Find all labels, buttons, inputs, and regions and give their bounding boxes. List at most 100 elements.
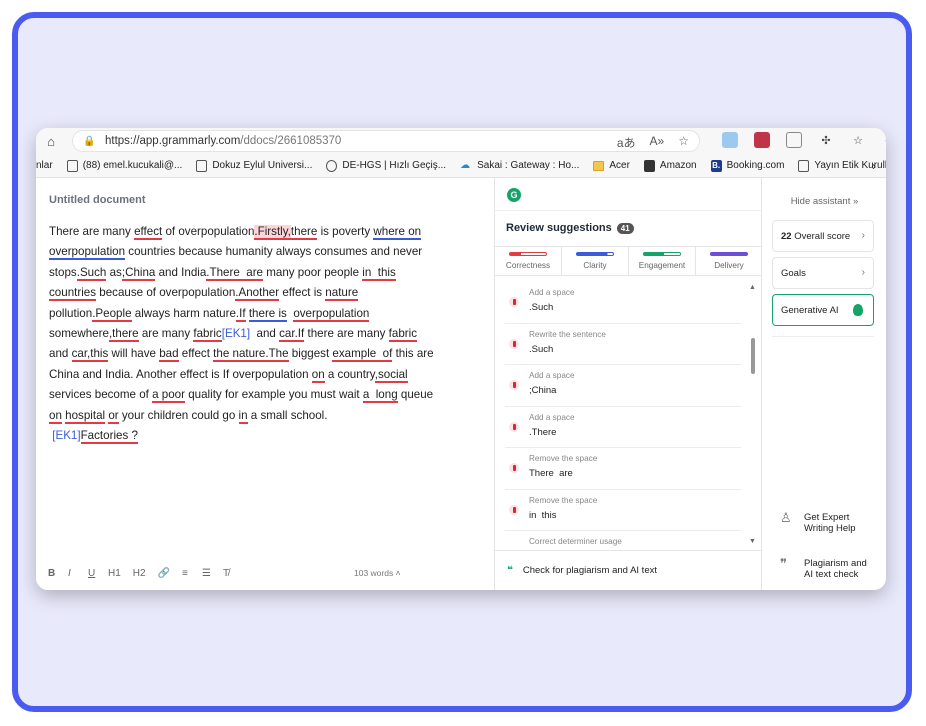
suggestion-card[interactable]: Correct determiner usage <box>505 531 741 546</box>
tab-clarity[interactable]: Clarity <box>562 247 629 275</box>
folder-icon <box>593 160 605 171</box>
suggestion-label: Remove the space <box>529 495 598 505</box>
suggestion-card[interactable]: Remove the space There are <box>505 448 741 490</box>
overall-score-value: 22 <box>781 230 792 242</box>
extensions-puzzle-icon[interactable]: ✣ <box>818 132 834 148</box>
clear-format-icon[interactable]: T̸ <box>223 568 231 579</box>
favorite-star-icon[interactable]: ☆ <box>678 134 689 151</box>
url-host: https://app.grammarly.com <box>105 135 241 147</box>
link-icon[interactable]: 🔗 <box>158 568 170 579</box>
suggestion-card[interactable]: Remove the space in this <box>505 490 741 531</box>
more-menu-icon[interactable]: ⋯ <box>882 132 887 148</box>
bullet-list-icon[interactable]: ☰ <box>202 568 211 579</box>
grammarly-logo-icon: G <box>507 188 521 202</box>
scroll-down-icon[interactable]: ▼ <box>749 538 756 545</box>
address-bar: ⌂ 🔒 https://app.grammarly.com/ddocs/2661… <box>36 128 886 154</box>
page-icon <box>196 159 208 172</box>
page-icon <box>798 159 810 172</box>
suggestion-label: Add a space <box>529 371 575 380</box>
plagiarism-check-button[interactable]: ❝ Check for plagiarism and AI text <box>495 550 762 590</box>
url-path: /ddocs/2661085370 <box>240 135 342 147</box>
delivery-bar <box>710 252 748 256</box>
document-title[interactable]: Untitled document <box>49 194 146 206</box>
lightbulb-icon <box>853 304 863 316</box>
plagiarism-label: Check for plagiarism and AI text <box>522 565 657 576</box>
suggestion-label: Remove the space <box>529 454 598 463</box>
word-count-label: 103 words <box>354 568 394 578</box>
bookmark-label: (88) emel.kucukali@... <box>82 160 183 171</box>
page-icon <box>66 159 78 172</box>
bookmark-2[interactable]: Dokuz Eylul Universi... <box>196 159 313 172</box>
home-icon[interactable]: ⌂ <box>42 132 60 150</box>
category-tabs: Correctness Clarity Engagement Delivery <box>495 246 762 276</box>
bookmark-label: Dokuz Eylul Universi... <box>212 160 313 171</box>
tab-label: Clarity <box>583 261 607 270</box>
bookmark-3[interactable]: DE-HGS | Hızlı Geçiş... <box>326 159 447 172</box>
quote-icon: ❞ <box>780 556 787 571</box>
tab-label: Correctness <box>505 261 551 270</box>
tab-label: Engagement <box>638 261 686 270</box>
suggestion-card[interactable]: Add a space ;China <box>505 365 741 407</box>
correctness-shield-icon <box>509 338 519 349</box>
bookmark-7[interactable]: B. Booking.com <box>710 159 785 172</box>
bookmark-1[interactable]: (88) emel.kucukali@... <box>66 159 183 172</box>
url-box[interactable]: 🔒 https://app.grammarly.com/ddocs/266108… <box>72 130 700 152</box>
bookmark-0[interactable]: nlar <box>36 160 53 171</box>
scroll-up-icon[interactable]: ▲ <box>749 284 756 291</box>
correctness-bar <box>509 252 547 256</box>
numbered-list-icon[interactable]: ≡ <box>182 568 190 579</box>
assistant-panel: G Review suggestions 41 Correctness Clar… <box>494 178 762 590</box>
suggestion-card[interactable]: Add a space .There <box>505 407 741 448</box>
goals-card[interactable]: Goals › <box>772 257 874 289</box>
review-suggestions-header: Review suggestions 41 <box>506 222 634 234</box>
bookmark-4[interactable]: ☁ Sakai : Gateway : Ho... <box>460 160 579 172</box>
bookmark-5[interactable]: Acer <box>593 160 630 171</box>
divider <box>495 210 762 211</box>
bookmark-label: Acer <box>609 160 630 171</box>
heading2-button[interactable]: H2 <box>133 568 146 579</box>
hide-assistant-button[interactable]: Hide assistant » <box>762 196 886 207</box>
quote-icon: ❝ <box>507 565 513 576</box>
chevron-right-icon[interactable]: › <box>872 159 876 173</box>
document-body[interactable]: There are many effect of overpopulation.… <box>49 222 439 446</box>
extension-blue-icon[interactable] <box>722 132 738 148</box>
lock-icon: 🔒 <box>83 135 96 147</box>
extension-red-icon[interactable] <box>754 132 770 148</box>
suggestion-card[interactable]: Rewrite the sentence .Such <box>505 324 741 365</box>
bookmark-6[interactable]: Amazon <box>643 159 697 172</box>
divider <box>772 336 874 337</box>
overall-score-card[interactable]: 22 Overall score › <box>772 220 874 252</box>
format-toolbar: B I U H1 H2 🔗 ≡ ☰ T̸ <box>48 568 231 579</box>
tab-engagement[interactable]: Engagement <box>629 247 696 275</box>
plagiarism-ai-check-button[interactable]: ❞ Plagiarism and AI text check <box>780 556 874 580</box>
underline-button[interactable]: U <box>88 568 96 579</box>
suggestion-card[interactable]: Add a space .Such <box>505 282 741 324</box>
correctness-shield-icon <box>509 463 519 473</box>
suggestion-label: Rewrite the sentence <box>529 329 606 339</box>
amazon-icon <box>643 159 655 172</box>
bold-button[interactable]: B <box>48 568 56 579</box>
double-chevron-icon: » <box>853 196 859 207</box>
suggestion-label: Add a space <box>529 412 575 422</box>
expert-help-button[interactable]: ♙ Get Expert Writing Help <box>780 511 868 534</box>
tab-correctness[interactable]: Correctness <box>495 247 562 275</box>
heading1-button[interactable]: H1 <box>108 568 121 579</box>
document-editor[interactable]: Untitled document There are many effect … <box>36 178 494 590</box>
italic-button[interactable]: I <box>68 568 76 579</box>
url-icons: aあ A» ☆ <box>617 134 689 151</box>
read-aloud-icon[interactable]: A» <box>650 134 665 151</box>
word-count[interactable]: 103 words ˄ <box>354 568 401 578</box>
suggestion-count-badge: 41 <box>616 222 634 234</box>
bookmark-label: Amazon <box>659 160 697 171</box>
scrollbar-thumb[interactable] <box>751 338 755 374</box>
favorites-icon[interactable]: ☆ <box>850 132 866 148</box>
translate-icon[interactable]: aあ <box>617 134 636 151</box>
bookmark-label: Booking.com <box>726 160 785 171</box>
generative-ai-card[interactable]: Generative AI <box>772 294 874 326</box>
plagiarism-ai-label: Plagiarism and AI text check <box>804 558 867 580</box>
chevron-right-icon: › <box>861 267 865 278</box>
extension-icons: ✣ ☆ ⋯ <box>722 132 886 148</box>
reading-view-icon[interactable] <box>786 132 802 148</box>
tab-delivery[interactable]: Delivery <box>696 247 762 275</box>
bookmark-label: DE-HGS | Hızlı Geçiş... <box>342 160 447 171</box>
